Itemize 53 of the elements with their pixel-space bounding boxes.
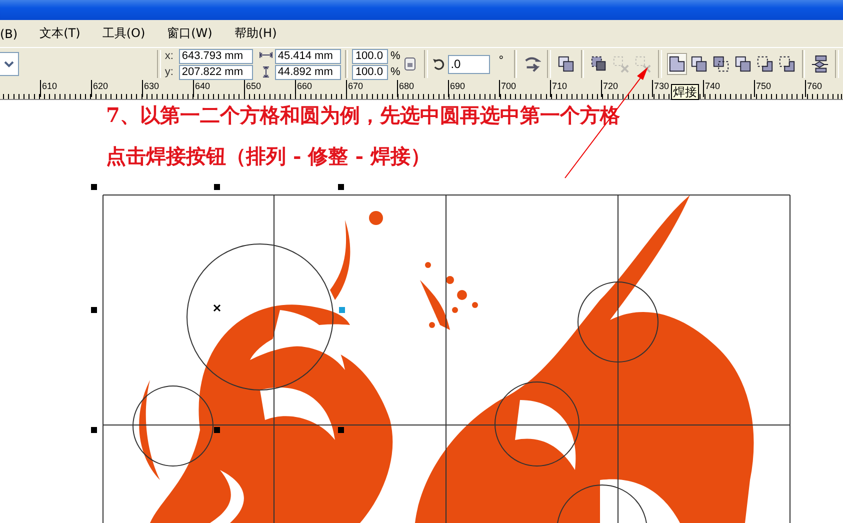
lock-icon <box>404 57 416 71</box>
width-field[interactable]: 45.414 mm <box>274 48 341 64</box>
ruler-label: 640 <box>193 80 244 97</box>
center-cross-icon[interactable] <box>213 304 221 312</box>
square-outline-icon <box>756 55 774 73</box>
ruler-label: 740 <box>703 80 754 97</box>
ruler-label: 680 <box>397 80 448 97</box>
y-position-field[interactable]: 207.822 mm <box>178 64 253 80</box>
menu-item[interactable]: 文本(T) <box>40 23 80 44</box>
percent-label: % <box>390 66 400 78</box>
scale-y-field[interactable]: 100.0 <box>352 64 388 80</box>
scale-x-field[interactable]: 100.0 <box>352 48 388 64</box>
square-outline-icon <box>778 55 796 73</box>
squares-cross-icon <box>612 55 630 73</box>
rotation-field[interactable]: .0 <box>448 54 490 74</box>
ruler-label: 610 <box>40 80 91 97</box>
chevron-down-icon <box>4 60 14 68</box>
toolbar-button[interactable] <box>810 53 830 75</box>
align-shapes-icon <box>811 55 830 73</box>
ruler-label: 710 <box>550 80 601 97</box>
x-position-field[interactable]: 643.793 mm <box>178 48 253 64</box>
merged-squares-icon <box>668 55 686 73</box>
dropdown-field[interactable] <box>0 52 20 76</box>
ruler-label: 650 <box>244 80 295 97</box>
menu-item[interactable]: 工具(O) <box>102 23 146 44</box>
menu-item[interactable]: 窗口(W) <box>167 23 212 44</box>
ruler-label: 670 <box>346 80 397 97</box>
annotation-text: 点击焊接按钮（排列 - 修整 - 焊接） <box>106 143 432 169</box>
tooltip: 焊接 <box>671 84 699 100</box>
ruler-label: 660 <box>295 80 346 97</box>
toolbar-button[interactable] <box>666 53 687 75</box>
ruler-label: 720 <box>601 80 652 97</box>
degree-label: ° <box>498 53 504 67</box>
menu-item[interactable]: (B) <box>0 24 18 42</box>
overlapping-squares-icon <box>690 55 708 73</box>
dotted-squares-icon <box>590 55 608 73</box>
ruler-label: 690 <box>448 80 499 97</box>
ruler-label: 760 <box>805 80 843 97</box>
field-label: y: <box>164 66 174 78</box>
ruler-label: 630 <box>142 80 193 97</box>
overlapping-squares-icon <box>556 55 575 73</box>
height-field[interactable]: 44.892 mm <box>274 64 341 80</box>
dashed-square-icon <box>712 55 730 73</box>
ruler-label: 750 <box>754 80 805 97</box>
selection-handles[interactable] <box>91 184 345 433</box>
ruler-label: 620 <box>91 80 142 97</box>
menu-item[interactable]: 帮助(H) <box>234 23 277 44</box>
overlapping-squares-icon <box>734 55 752 73</box>
ruler-label: 700 <box>499 80 550 97</box>
flip-arrows-icon <box>523 55 542 73</box>
percent-label: % <box>390 50 400 62</box>
rotate-icon <box>432 58 445 70</box>
field-label: x: <box>164 50 174 62</box>
